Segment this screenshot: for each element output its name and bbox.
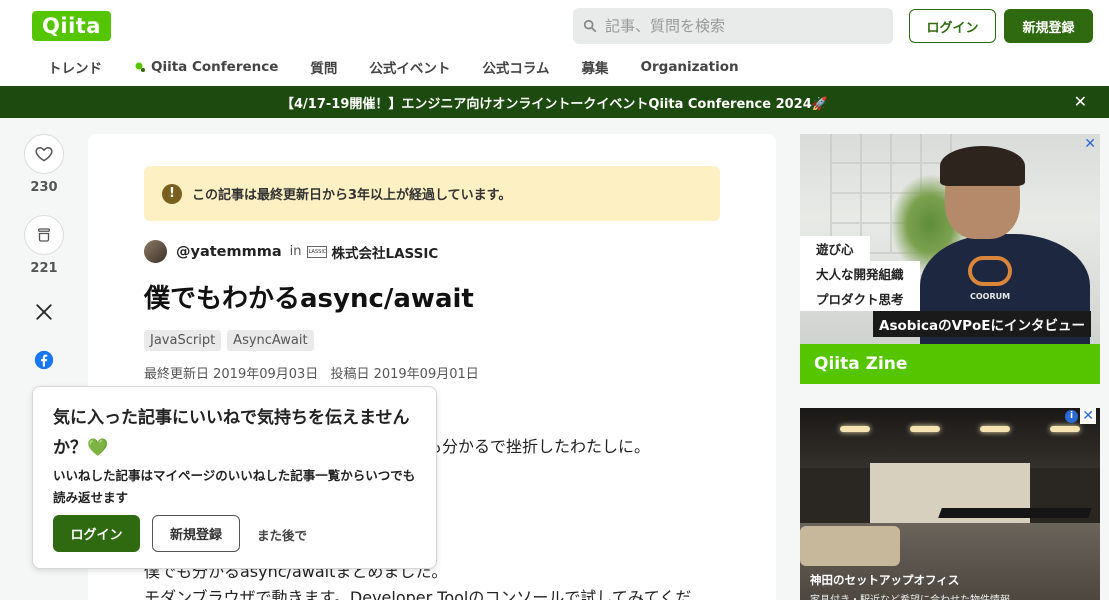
ad-highlight: AsobicaのVPoEにインタビュー xyxy=(873,311,1091,337)
like-button[interactable] xyxy=(24,134,64,174)
popup-description: いいねした記事はマイページのいいねした記事一覧からいつでも読み返せます xyxy=(53,468,416,505)
like-count: 230 xyxy=(30,180,58,195)
author-row: @yatemmma in LASSIC 株式会社LASSIC xyxy=(144,240,438,263)
banner-text: 【4/17-19開催！】エンジニア向けオンライントークイベントQiita Con… xyxy=(281,96,828,112)
posted-date: 投稿日 2019年09月01日 xyxy=(330,367,479,382)
ad2-light xyxy=(910,426,940,432)
office-ad[interactable]: i ✕ 神田のセットアップオフィス 家具付き・駅近など希望に合わせた物件情報 xyxy=(800,408,1100,600)
site-header: Qiita ログイン 新規登録 トレンド Qiita Conference 質問… xyxy=(0,0,1109,86)
popup-title: 気に入った記事にいいねで気持ちを伝えませんか？💚 xyxy=(53,408,410,458)
nav-official-events[interactable]: 公式イベント xyxy=(369,57,450,77)
conference-banner[interactable]: 【4/17-19開催！】エンジニア向けオンライントークイベントQiita Con… xyxy=(0,86,1109,118)
like-prompt-popup: 気に入った記事にいいねで気持ちを伝えませんか？💚 いいねした記事はマイページのい… xyxy=(32,386,437,569)
conference-dot-icon xyxy=(135,62,145,72)
ad2-title: 神田のセットアップオフィス xyxy=(810,573,960,587)
ad2-close-icon[interactable]: ✕ xyxy=(1080,408,1096,424)
nav-official-columns[interactable]: 公式コラム xyxy=(482,57,549,77)
organization-logo[interactable]: LASSIC xyxy=(307,245,328,258)
stock-button[interactable] xyxy=(24,215,64,255)
ad-info-icon[interactable]: i xyxy=(1065,410,1078,423)
search-input[interactable] xyxy=(605,17,875,35)
body-line-3: モダンブラウザで動きます。Developer Toolのコンソールで試してみてく… xyxy=(144,588,692,600)
ad-shirt-text: COORUM xyxy=(970,292,1011,301)
stock-count: 221 xyxy=(30,261,58,276)
in-label: in xyxy=(289,244,302,259)
popup-signup-button[interactable]: 新規登録 xyxy=(152,515,240,552)
nav-qiita-conference[interactable]: Qiita Conference xyxy=(134,57,278,77)
popup-login-button[interactable]: ログイン xyxy=(53,515,140,552)
signup-button[interactable]: 新規登録 xyxy=(1004,9,1093,43)
stock-action: 221 xyxy=(24,215,64,276)
tag-list: JavaScript AsyncAwait xyxy=(144,330,314,351)
login-button[interactable]: ログイン xyxy=(909,9,996,43)
main-nav: トレンド Qiita Conference 質問 公式イベント 公式コラム 募集… xyxy=(48,57,771,77)
ad-label-1: 遊び心 xyxy=(800,236,870,261)
ad-person-hair xyxy=(940,146,1025,186)
article-title: 僕でもわかるasync/await xyxy=(144,284,474,314)
heart-icon xyxy=(35,147,53,162)
tag-asyncawait[interactable]: AsyncAwait xyxy=(227,330,314,351)
nav-organization[interactable]: Organization xyxy=(641,57,739,77)
nav-questions[interactable]: 質問 xyxy=(310,57,337,77)
avatar[interactable] xyxy=(144,240,167,263)
organization-name[interactable]: 株式会社LASSIC xyxy=(331,242,438,262)
notice-text: この記事は最終更新日から3年以上が経過しています。 xyxy=(192,188,512,203)
stock-icon xyxy=(38,228,50,242)
tag-javascript[interactable]: JavaScript xyxy=(144,330,222,351)
ad2-light xyxy=(980,426,1010,432)
qiita-zine-label: Qiita Zine xyxy=(800,344,1100,384)
article-dates: 最終更新日 2019年09月03日 投稿日 2019年09月01日 xyxy=(144,363,487,382)
updated-date: 最終更新日 2019年09月03日 xyxy=(144,367,319,382)
search-icon xyxy=(583,19,597,33)
qiita-zine-ad[interactable]: COORUM ✕ 遊び心 大人な開発組織 プロダクト思考 AsobicaのVPo… xyxy=(800,134,1100,384)
ad2-table xyxy=(938,508,1092,518)
nav-recruit[interactable]: 募集 xyxy=(582,57,609,77)
ad2-light xyxy=(840,426,870,432)
body-line-1: も分かるで挫折したわたしに。 xyxy=(426,437,651,456)
author-username[interactable]: @yatemmma xyxy=(176,244,282,260)
like-action: 230 xyxy=(24,134,64,195)
outdated-notice: ! この記事は最終更新日から3年以上が経過しています。 xyxy=(144,166,720,221)
search-box[interactable] xyxy=(573,8,893,44)
ad2-subtitle: 家具付き・駅近など希望に合わせた物件情報 xyxy=(810,591,1010,600)
facebook-share-icon[interactable] xyxy=(33,349,55,371)
ad-label-2: 大人な開発組織 xyxy=(800,261,920,286)
ad-close-icon[interactable]: ✕ xyxy=(1084,136,1096,152)
info-icon: ! xyxy=(162,183,182,204)
ad2-ceiling xyxy=(800,408,1100,468)
ad2-light xyxy=(1050,426,1080,432)
x-share-icon[interactable] xyxy=(33,301,55,323)
banner-close-icon[interactable]: ✕ xyxy=(1074,92,1087,111)
ad-shirt-logo xyxy=(968,256,1012,286)
ad2-sofa xyxy=(800,526,900,566)
popup-later-link[interactable]: また後で xyxy=(257,525,307,544)
nav-trend[interactable]: トレンド xyxy=(48,57,102,77)
ad-label-3: プロダクト思考 xyxy=(800,286,920,311)
qiita-logo[interactable]: Qiita xyxy=(32,11,111,41)
